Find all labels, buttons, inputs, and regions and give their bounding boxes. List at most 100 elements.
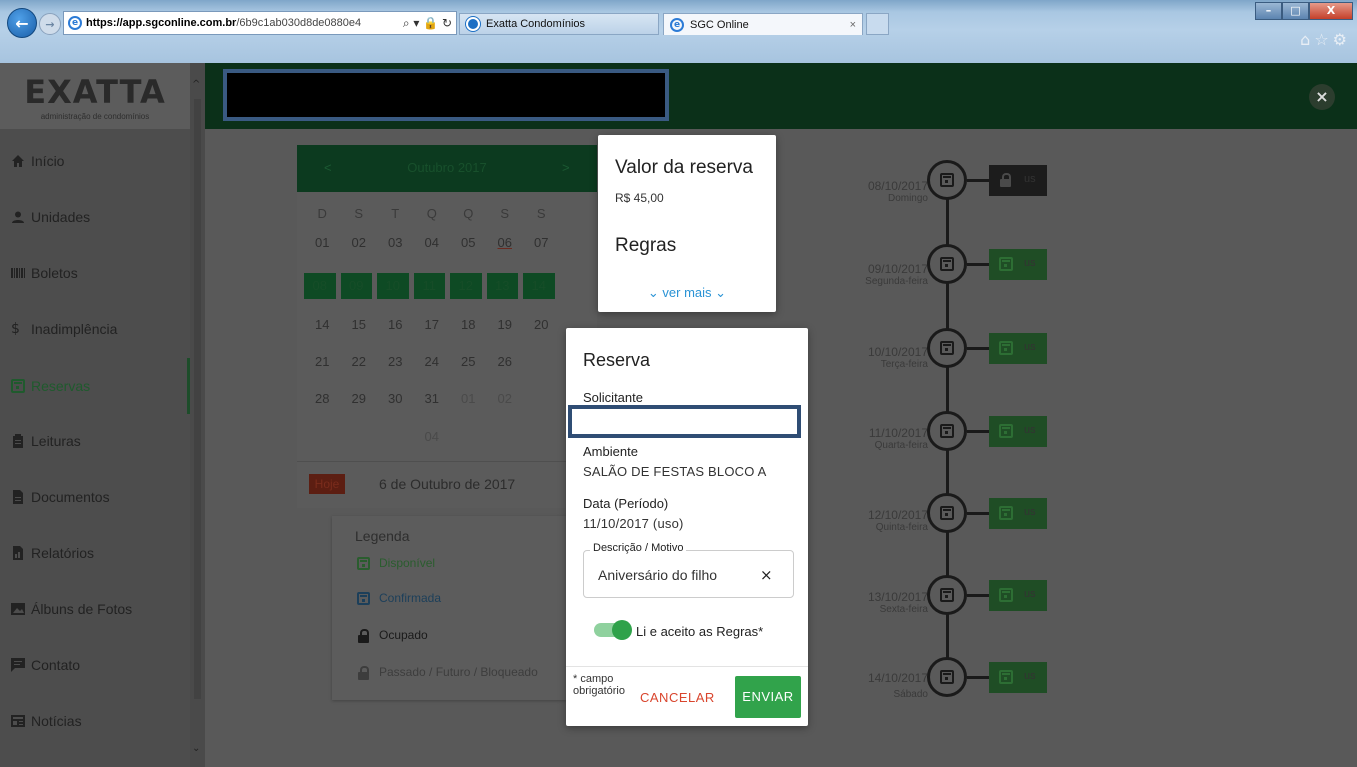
calendar-day[interactable]: 22 — [341, 349, 378, 375]
tab-sgc-online[interactable]: e SGC Online × — [663, 13, 863, 35]
back-button[interactable]: ← — [7, 8, 37, 38]
timeline-node[interactable] — [927, 411, 967, 451]
calendar-day-selected[interactable]: 10 — [377, 273, 409, 299]
sidebar-item-noticias[interactable]: Notícias — [0, 701, 190, 741]
tab-exatta[interactable]: Exatta Condomínios — [459, 13, 659, 35]
calendar-day[interactable]: 04 — [414, 230, 451, 256]
calendar-day[interactable]: 01 — [304, 230, 341, 256]
star-icon[interactable]: ☆ — [1314, 30, 1332, 49]
address-tools[interactable]: ⌕ ▾ 🔒 ↻ — [398, 15, 456, 31]
new-tab-button[interactable] — [866, 13, 889, 35]
calendar-day[interactable]: 25 — [450, 349, 487, 375]
window-close-button[interactable]: X — [1309, 2, 1353, 20]
calendar-day[interactable]: 29 — [341, 386, 378, 412]
calendar-day-today[interactable]: 06 — [487, 230, 524, 256]
sidebar-item-albuns[interactable]: Álbuns de Fotos — [0, 589, 190, 629]
see-more-link[interactable]: ⌄ ver mais ⌄ — [598, 285, 776, 301]
calendar-day[interactable]: 03 — [377, 230, 414, 256]
timeline-node[interactable] — [927, 160, 967, 200]
sidebar-item-label: Reservas — [31, 378, 91, 394]
calendar-day[interactable]: 15 — [341, 312, 378, 338]
description-value[interactable]: Aniversário do filho — [598, 567, 717, 583]
sidebar-item-relatorios[interactable]: Relatórios — [0, 533, 190, 573]
calendar-day[interactable] — [450, 424, 487, 450]
calendar-day-selected[interactable]: 08 — [304, 273, 336, 299]
sidebar-item-inicio[interactable]: Início — [0, 141, 190, 181]
sidebar-item-leituras[interactable]: Leituras — [0, 421, 190, 461]
calendar-day[interactable]: 31 — [414, 386, 451, 412]
browser-toolbar-icons[interactable]: ⌂☆⚙ — [1300, 30, 1351, 49]
calendar-day[interactable] — [487, 424, 524, 450]
cancel-button[interactable]: CANCELAR — [640, 690, 715, 705]
calendar-day[interactable] — [377, 424, 414, 450]
timeline-slot-available[interactable]: us — [989, 580, 1047, 611]
minimize-button[interactable]: – — [1255, 2, 1282, 20]
calendar-day[interactable]: 05 — [450, 230, 487, 256]
calendar-day[interactable] — [523, 349, 560, 375]
timeline-node[interactable] — [927, 657, 967, 697]
calendar-day[interactable] — [304, 424, 341, 450]
clear-icon[interactable]: × — [760, 566, 773, 584]
calendar-day-next-month[interactable]: 04 — [414, 424, 451, 450]
calendar-day-selected[interactable]: 13 — [486, 273, 518, 299]
chevron-down-icon[interactable]: ⌄ — [192, 743, 200, 754]
sidebar-item-unidades[interactable]: Unidades — [0, 197, 190, 237]
calendar-day[interactable]: 20 — [523, 312, 560, 338]
sidebar-item-inadimplencia[interactable]: $ Inadimplência — [0, 309, 190, 349]
calendar-day[interactable]: 26 — [487, 349, 524, 375]
calendar-day-next-month[interactable]: 02 — [487, 386, 524, 412]
calendar-day[interactable] — [523, 386, 560, 412]
timeline-node[interactable] — [927, 328, 967, 368]
scrollbar-thumb[interactable] — [194, 99, 201, 699]
calendar-day-next-month[interactable]: 01 — [450, 386, 487, 412]
address-bar[interactable]: e https://app.sgconline.com.br /6b9c1ab0… — [63, 11, 457, 35]
tab-close-icon[interactable]: × — [850, 19, 856, 31]
close-button[interactable]: × — [1309, 84, 1335, 110]
maximize-button[interactable]: □ — [1282, 2, 1309, 20]
logo: EXATTA — [24, 73, 166, 111]
header-search-box[interactable] — [223, 69, 669, 121]
sidebar-item-reservas[interactable]: Reservas — [0, 358, 190, 414]
timeline-slot-available[interactable]: us — [989, 416, 1047, 447]
calendar-day[interactable]: 21 — [304, 349, 341, 375]
sidebar-item-documentos[interactable]: Documentos — [0, 477, 190, 517]
calendar-day[interactable]: 28 — [304, 386, 341, 412]
requester-field[interactable] — [568, 405, 801, 438]
calendar-day[interactable]: 14 — [304, 312, 341, 338]
calendar-next-button[interactable]: > — [562, 160, 570, 175]
calendar-day-selected[interactable]: 09 — [340, 273, 372, 299]
calendar-day[interactable]: 18 — [450, 312, 487, 338]
calendar-prev-button[interactable]: < — [324, 160, 332, 175]
calendar-day[interactable]: 17 — [414, 312, 451, 338]
timeline-slot-available[interactable]: us — [989, 662, 1047, 693]
calendar-day-selected[interactable]: 11 — [413, 273, 445, 299]
calendar-day[interactable]: 24 — [414, 349, 451, 375]
sidebar-scrollbar[interactable]: ^ ⌄ — [190, 63, 205, 767]
timeline-slot-available[interactable]: us — [989, 249, 1047, 280]
gear-icon[interactable]: ⚙ — [1333, 30, 1351, 49]
timeline-slot-available[interactable]: us — [989, 333, 1047, 364]
calendar-day[interactable]: 16 — [377, 312, 414, 338]
calendar-day[interactable]: 19 — [487, 312, 524, 338]
timeline-slot-available[interactable]: us — [989, 498, 1047, 529]
sidebar-item-boletos[interactable]: Boletos — [0, 253, 190, 293]
chevron-up-icon[interactable]: ^ — [192, 79, 200, 90]
home-icon[interactable]: ⌂ — [1300, 30, 1314, 49]
calendar-day[interactable]: 07 — [523, 230, 560, 256]
slot-label: us — [1024, 670, 1036, 682]
calendar-day-selected[interactable]: 14 — [523, 273, 555, 299]
today-button[interactable]: Hoje — [309, 474, 345, 494]
calendar-day[interactable]: 30 — [377, 386, 414, 412]
calendar-day[interactable]: 02 — [341, 230, 378, 256]
timeline-node[interactable] — [927, 575, 967, 615]
calendar-day[interactable] — [341, 424, 378, 450]
sidebar-item-contato[interactable]: Contato — [0, 645, 190, 685]
send-button[interactable]: ENVIAR — [735, 676, 801, 718]
calendar-day-selected[interactable]: 12 — [450, 273, 482, 299]
calendar-day[interactable] — [523, 424, 560, 450]
timeline-node[interactable] — [927, 244, 967, 284]
calendar-day[interactable]: 23 — [377, 349, 414, 375]
forward-button[interactable]: → — [39, 13, 61, 35]
timeline-node[interactable] — [927, 493, 967, 533]
accept-rules-toggle[interactable] — [594, 620, 632, 640]
